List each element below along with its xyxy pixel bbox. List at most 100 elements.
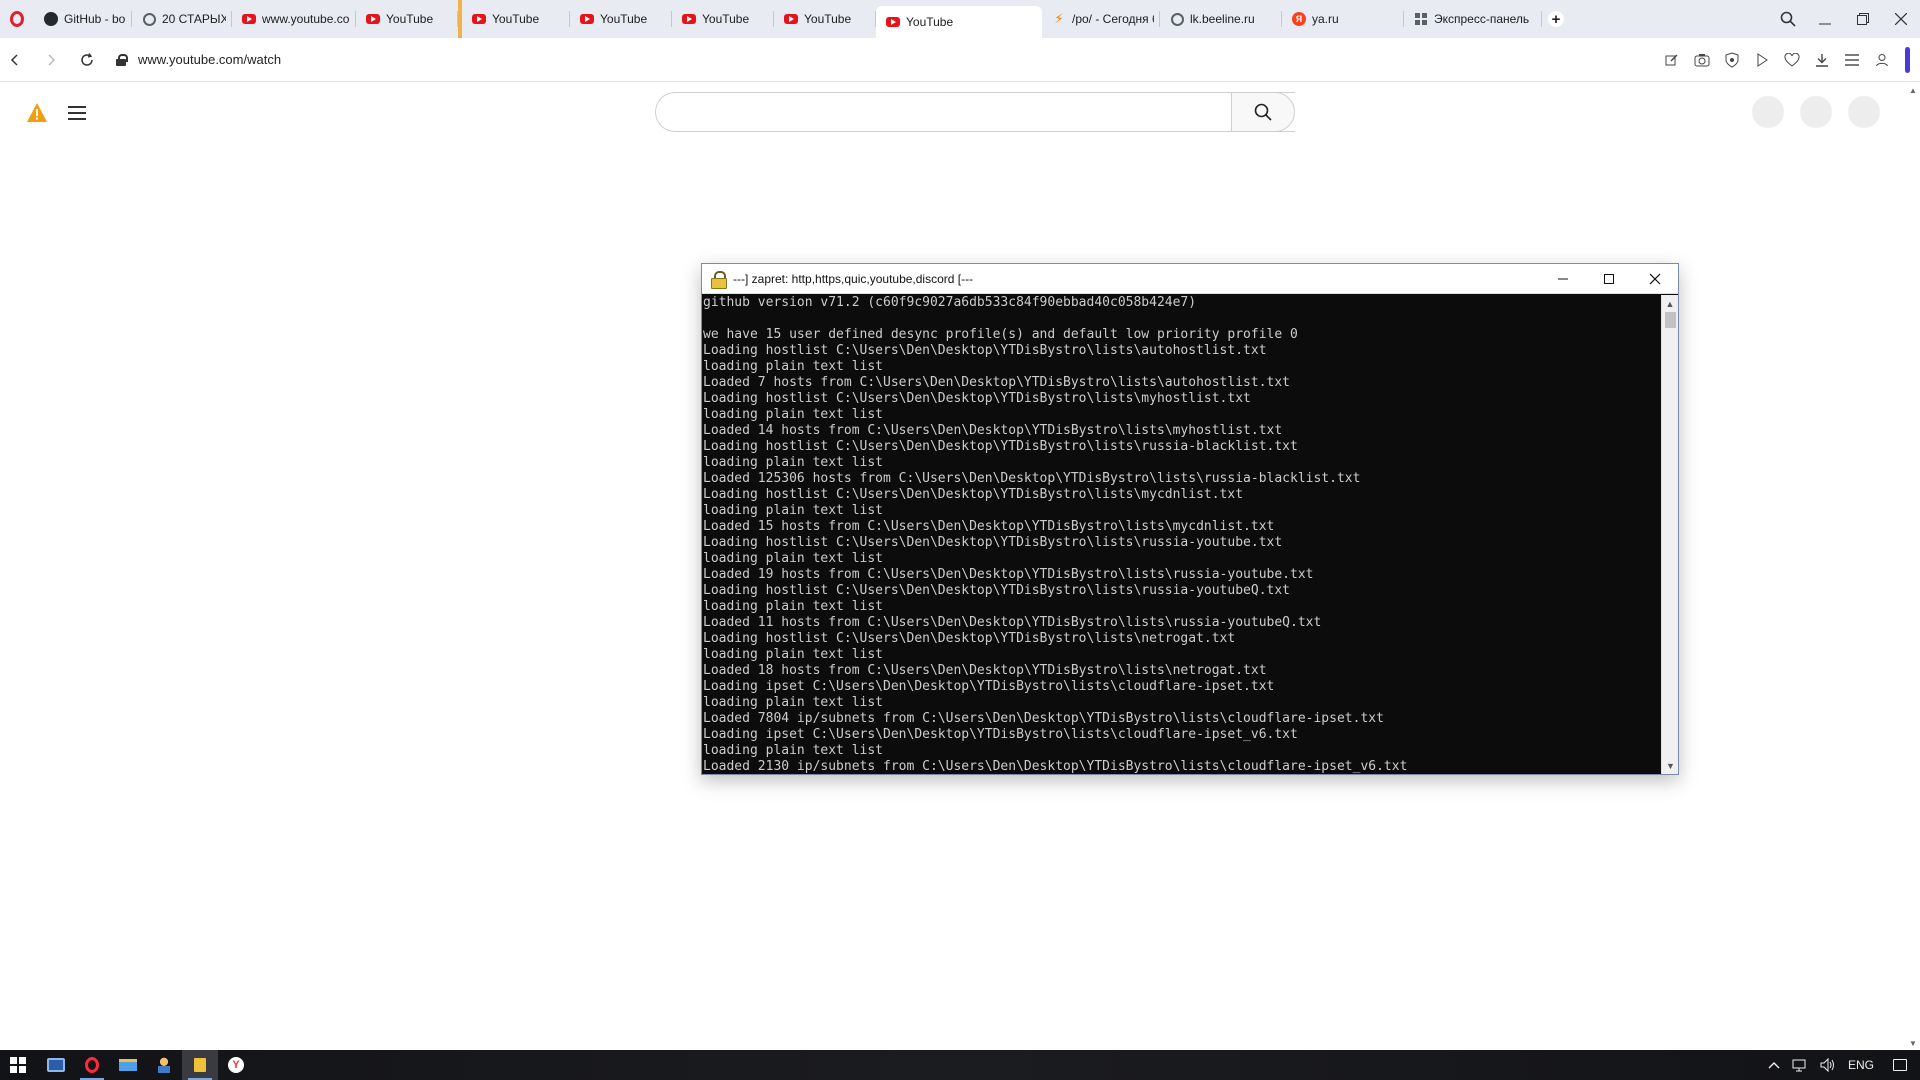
grid-icon [1414,12,1428,26]
show-hidden-icons-chevron-icon[interactable] [1762,1050,1786,1080]
browser-tab[interactable]: YouTube [876,6,1042,38]
console-line: loading plain text list [703,359,884,374]
browser-tab[interactable]: GitHub - bol-van/ [34,0,132,38]
start-button[interactable] [0,1050,36,1080]
loading-placeholder-circle[interactable] [1800,96,1832,128]
loading-placeholder-circle[interactable] [1848,96,1880,128]
scroll-down-arrow-icon[interactable]: ▼ [1906,1036,1920,1050]
tab-label: ya.ru [1312,12,1339,26]
youtube-icon [242,12,256,26]
hamburger-menu-icon[interactable] [68,106,86,120]
vpn-shield-icon[interactable] [1717,45,1747,75]
browser-tab-strip: GitHub - bol-van/20 СТАРЫХ ИГР С www.yout… [0,0,1920,38]
close-window-icon[interactable] [1882,0,1920,38]
snapshot-camera-icon[interactable] [1687,45,1717,75]
tab-list: GitHub - bol-van/20 СТАРЫХ ИГР С www.yout… [34,0,1542,38]
minimize-icon[interactable] [1806,0,1844,38]
console-line: Loaded 2130 ip/subnets from C:\Users\Den… [703,759,1408,774]
taskbar-user-app[interactable] [146,1050,182,1080]
browser-tab[interactable]: YouTube [570,0,672,38]
lock-icon[interactable] [116,53,128,66]
console-scroll-down-icon[interactable]: ▼ [1662,757,1679,774]
opera-menu-icon[interactable] [0,0,34,38]
console-line: Loaded 7 hosts from C:\Users\Den\Desktop… [703,375,1290,390]
search-button[interactable] [1231,92,1295,132]
console-line: Loaded 7804 ip/subnets from C:\Users\Den… [703,711,1384,726]
console-titlebar[interactable]: ---] zapret: http,https,quic,youtube,dis… [702,264,1678,294]
browser-tab[interactable]: YouTube [458,0,570,38]
address-bar-actions [1657,38,1910,82]
edit-page-icon[interactable] [1657,45,1687,75]
youtube-icon [580,12,594,26]
browser-tab[interactable]: ⚡ /ро/ - Сегодня 6 [1042,0,1160,38]
tab-label: /ро/ - Сегодня 6 [1072,12,1154,26]
tab-label: YouTube [702,12,750,26]
profile-icon[interactable] [1867,45,1897,75]
console-line: Loading hostlist C:\Users\Den\Desktop\YT… [703,631,1236,646]
browser-tab[interactable]: Экспресс-панель [1404,0,1542,38]
console-output[interactable]: github version v71.2 (c60f9c9027a6db533c… [702,295,1661,774]
taskbar-zapret-console[interactable] [182,1050,218,1080]
favorites-heart-icon[interactable] [1777,45,1807,75]
console-scrollbar[interactable]: ▲ ▼ [1661,295,1678,774]
console-line: we have 15 user defined desync profile(s… [703,327,1298,342]
youtube-icon [886,15,900,29]
address-bar: www.youtube.com/watch [0,38,1920,82]
forward-button[interactable] [36,45,66,75]
console-maximize-icon[interactable] [1586,264,1632,294]
reload-button[interactable] [72,45,102,75]
browser-tab[interactable]: YouTube [356,0,458,38]
warning-icon[interactable] [26,102,48,124]
taskbar-file-explorer[interactable] [110,1050,146,1080]
folder-icon [119,1059,137,1071]
url-field[interactable]: www.youtube.com/watch [138,52,281,67]
console-minimize-icon[interactable] [1540,264,1586,294]
browser-tab[interactable]: www.youtube.com [232,0,356,38]
tab-search-icon[interactable] [1770,0,1806,38]
console-close-icon[interactable] [1632,264,1678,294]
taskbar-yandex[interactable]: Y [218,1050,254,1080]
console-line: Loading hostlist C:\Users\Den\Desktop\YT… [703,583,1290,598]
console-line: Loading ipset C:\Users\Den\Desktop\YTDis… [703,679,1275,694]
console-line: Loading hostlist C:\Users\Den\Desktop\YT… [703,535,1283,550]
sidebar-accent-bar[interactable] [1905,47,1910,73]
page-scrollbar[interactable]: ▲ ▼ [1906,83,1920,1050]
youtube-icon [784,12,798,26]
console-window: ---] zapret: http,https,quic,youtube,dis… [701,263,1679,775]
bolt-icon: ⚡ [1054,11,1064,26]
tab-label: 20 СТАРЫХ ИГР С [162,12,226,26]
browser-tab[interactable]: YouTube [774,0,876,38]
new-tab-plus-icon[interactable]: + [1548,11,1564,28]
taskbar-task-view[interactable] [38,1050,74,1080]
player-play-icon[interactable] [1747,45,1777,75]
youtube-icon [472,12,486,26]
browser-tab[interactable]: 20 СТАРЫХ ИГР С [132,0,232,38]
console-line: Loaded 14 hosts from C:\Users\Den\Deskto… [703,423,1283,438]
link-icon [142,12,156,26]
notification-center-icon[interactable] [1880,1050,1920,1080]
tab-label: www.youtube.com [262,12,350,26]
display-icon [47,1058,65,1072]
console-line: loading plain text list [703,647,884,662]
browser-window-controls [1770,0,1920,38]
console-line: loading plain text list [703,743,884,758]
volume-icon[interactable] [1814,1050,1842,1080]
console-line: Loading hostlist C:\Users\Den\Desktop\YT… [703,487,1244,502]
browser-tab[interactable]: Яya.ru [1282,0,1404,38]
opera-icon [85,1057,99,1073]
console-scroll-thumb[interactable] [1665,312,1676,328]
downloads-icon[interactable] [1807,45,1837,75]
browser-tab[interactable]: lk.beeline.ru [1160,0,1282,38]
search-input[interactable] [672,93,1232,131]
language-indicator[interactable]: ENG [1842,1050,1880,1080]
scroll-up-arrow-icon[interactable]: ▲ [1906,83,1920,97]
back-button[interactable] [0,45,30,75]
loading-placeholder-circle[interactable] [1752,96,1784,128]
taskbar-opera[interactable] [74,1050,110,1080]
browser-tab[interactable]: YouTube [672,0,774,38]
console-scroll-up-icon[interactable]: ▲ [1662,295,1678,312]
network-icon[interactable] [1786,1050,1814,1080]
easy-setup-menu-icon[interactable] [1837,45,1867,75]
restore-icon[interactable] [1844,0,1882,38]
tab-label: GitHub - bol-van/ [64,12,126,26]
